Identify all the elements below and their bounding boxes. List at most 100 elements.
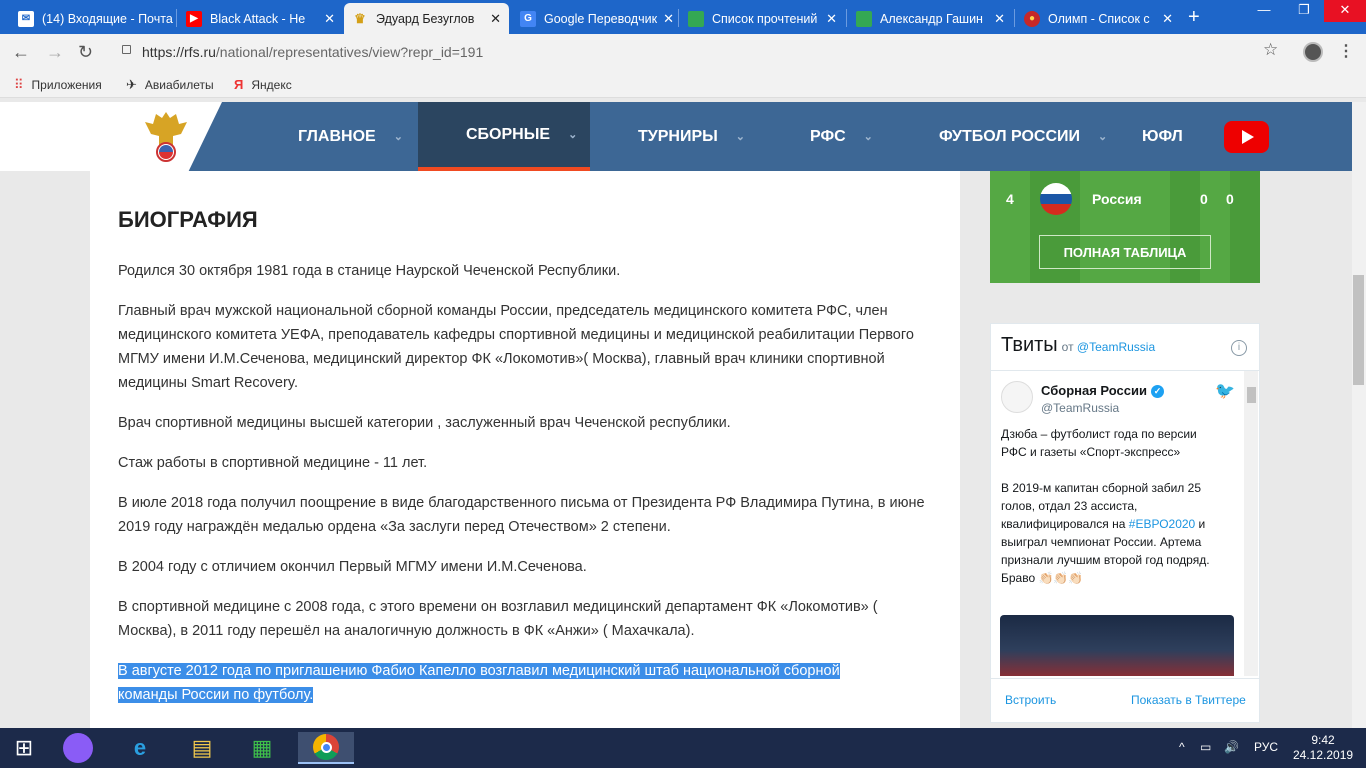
bookmark-apps[interactable]: ⠿ Приложения: [14, 77, 102, 93]
file-explorer-icon[interactable]: ▤: [180, 732, 224, 764]
tab-active-bezuglov[interactable]: ♛ Эдуард Безуглов ✕: [344, 3, 509, 34]
embed-link[interactable]: Встроить: [1005, 693, 1056, 707]
bio-paragraph: Врач спортивной медицины высшей категори…: [118, 415, 731, 431]
bookmark-flights[interactable]: ✈ Авиабилеты: [126, 77, 214, 93]
tab-label: Эдуард Безуглов: [376, 11, 475, 26]
tab-label: Black Attack - Не: [210, 11, 306, 26]
tab-label: Александр Гашин: [880, 11, 983, 26]
store-icon[interactable]: ▦: [240, 732, 284, 764]
tab-close-icon[interactable]: ✕: [484, 11, 501, 27]
tab-mail[interactable]: ✉ (14) Входящие - Почта ✕: [10, 3, 175, 34]
tab-label: Список прочтений: [712, 11, 818, 26]
nav-national-teams[interactable]: СБОРНЫЕ ⌄: [418, 102, 590, 171]
apps-grid-icon: ⠿: [14, 77, 24, 92]
restore-button[interactable]: ❐: [1284, 0, 1324, 22]
tweets-scrollbar[interactable]: [1244, 371, 1258, 676]
forward-arrow-icon[interactable]: →: [46, 42, 64, 63]
clock-time: 9:42: [1311, 733, 1335, 747]
chevron-down-icon: ⌄: [1098, 131, 1108, 143]
tab-olimp[interactable]: ● Олимп - Список с ✕: [1016, 3, 1181, 34]
bio-paragraph: В июле 2018 года получил поощрение в вид…: [118, 495, 925, 535]
chrome-icon[interactable]: [298, 732, 354, 764]
bio-paragraph: В спортивной медицине с 2008 года, с это…: [118, 599, 878, 639]
tab-close-icon[interactable]: ✕: [988, 11, 1005, 27]
nav-label: ФУТБОЛ РОССИИ: [939, 127, 1081, 145]
bookmark-yandex[interactable]: Я Яндекс: [234, 77, 292, 92]
tab-close-icon[interactable]: ✕: [1156, 11, 1173, 27]
profile-avatar[interactable]: [1303, 42, 1323, 62]
reload-icon[interactable]: ↻: [78, 42, 93, 63]
nav-yufl[interactable]: ЮФЛ: [1142, 102, 1183, 171]
tab-gashin[interactable]: Александр Гашин ✕: [848, 3, 1013, 34]
sheet-icon: [856, 10, 872, 27]
tweets-handle-link[interactable]: @TeamRussia: [1077, 340, 1155, 354]
tweet-author-name: Сборная России: [1041, 383, 1147, 398]
menu-kebab-icon[interactable]: ⋮: [1338, 41, 1354, 61]
twitter-timeline-widget: Твиты от @TeamRussia i Сборная России ✓ @T…: [990, 323, 1260, 723]
nav-football-russia[interactable]: ФУТБОЛ РОССИИ ⌄: [939, 102, 1107, 171]
full-table-button[interactable]: ПОЛНАЯ ТАБЛИЦА: [1039, 235, 1211, 269]
verified-badge-icon: ✓: [1150, 385, 1164, 399]
page-scrollbar-thumb[interactable]: [1353, 275, 1364, 385]
tweets-title: Твиты: [1001, 334, 1058, 356]
tab-google-translate[interactable]: G Google Переводчик ✕: [512, 3, 677, 34]
bio-paragraph-selected: В августе 2012 года по приглашению Фабио…: [118, 659, 888, 707]
new-tab-button[interactable]: +: [1188, 6, 1200, 29]
tweet-photo[interactable]: [1000, 615, 1234, 676]
google-translate-icon: G: [520, 10, 536, 27]
address-bar[interactable]: https://rfs.ru/national/representatives/…: [108, 38, 1288, 66]
tray-chevron-up-icon[interactable]: ^: [1179, 740, 1185, 754]
page-title: БИОГРАФИЯ: [118, 207, 258, 232]
rfs-emblem-icon[interactable]: [143, 108, 189, 164]
tab-reading-list[interactable]: Список прочтений ✕: [680, 3, 845, 34]
info-icon[interactable]: i: [1231, 340, 1247, 356]
nav-tournaments[interactable]: ТУРНИРЫ ⌄: [638, 102, 745, 171]
tab-close-icon[interactable]: ✕: [820, 11, 837, 27]
bookmark-star-icon[interactable]: ☆: [1263, 40, 1278, 60]
tweet-text: Дзюба – футболист года по версии РФС и г…: [1001, 425, 1225, 587]
biography-article: БИОГРАФИЯ Родился 30 октября 1981 года в…: [90, 171, 960, 728]
plane-icon: ✈: [126, 77, 137, 92]
tab-close-icon[interactable]: ✕: [657, 11, 674, 27]
browser-tab-strip: ✉ (14) Входящие - Почта ✕ ▶ Black Attack…: [0, 0, 1366, 34]
volume-icon[interactable]: 🔊: [1224, 740, 1239, 754]
rfs-emblem-icon: ♛: [354, 10, 366, 26]
minimize-button[interactable]: —: [1244, 0, 1284, 22]
url-text: https://rfs.ru/national/representatives/…: [142, 44, 484, 60]
tab-close-icon[interactable]: ✕: [173, 11, 175, 27]
back-arrow-icon[interactable]: ←: [12, 42, 30, 63]
browser-toolbar: ← → ↻ https://rfs.ru/national/representa…: [0, 34, 1366, 70]
chevron-down-icon: ⌄: [393, 131, 403, 143]
tab-youtube[interactable]: ▶ Black Attack - Не ✕: [178, 3, 343, 34]
system-clock[interactable]: 9:42 24.12.2019: [1293, 733, 1353, 763]
lock-icon: [122, 45, 131, 54]
standings-row[interactable]: 4 Россия 0 0: [990, 179, 1260, 219]
avatar[interactable]: [1001, 381, 1033, 413]
selected-text: В августе 2012 года по приглашению Фабио…: [118, 663, 840, 703]
page-scrollbar[interactable]: [1352, 102, 1366, 728]
tweet-author[interactable]: Сборная России ✓: [1041, 383, 1164, 399]
language-indicator[interactable]: РУС: [1254, 740, 1278, 754]
standings-team: Россия: [1092, 191, 1142, 207]
tweets-from: от: [1061, 340, 1074, 354]
window-close-button[interactable]: ✕: [1324, 0, 1366, 22]
twitter-bird-icon[interactable]: 🐦: [1215, 381, 1235, 401]
tweet-hashtag-link[interactable]: #ЕВРО2020: [1129, 517, 1195, 531]
youtube-icon[interactable]: [1224, 121, 1269, 153]
windows-start-icon[interactable]: ⊞: [2, 732, 46, 764]
chevron-down-icon: ⌄: [568, 129, 578, 141]
nav-rfs[interactable]: РФС ⌄: [810, 102, 873, 171]
network-icon[interactable]: ▭: [1200, 740, 1211, 754]
alice-assistant-icon[interactable]: [56, 732, 100, 764]
view-on-twitter-link[interactable]: Показать в Твиттере: [1131, 693, 1246, 707]
nav-label: ГЛАВНОЕ: [298, 127, 376, 145]
tab-close-icon[interactable]: ✕: [318, 11, 335, 27]
tweet-author-handle[interactable]: @TeamRussia: [1041, 401, 1119, 415]
tab-label: Google Переводчик: [544, 11, 658, 26]
standings-value: 0: [1200, 191, 1208, 207]
youtube-icon: ▶: [186, 10, 202, 27]
bio-paragraph: В 2004 году с отличием окончил Первый МГ…: [118, 559, 587, 575]
nav-label: ТУРНИРЫ: [638, 127, 718, 145]
nav-main[interactable]: ГЛАВНОЕ ⌄: [298, 102, 403, 171]
internet-explorer-icon[interactable]: e: [118, 732, 162, 764]
